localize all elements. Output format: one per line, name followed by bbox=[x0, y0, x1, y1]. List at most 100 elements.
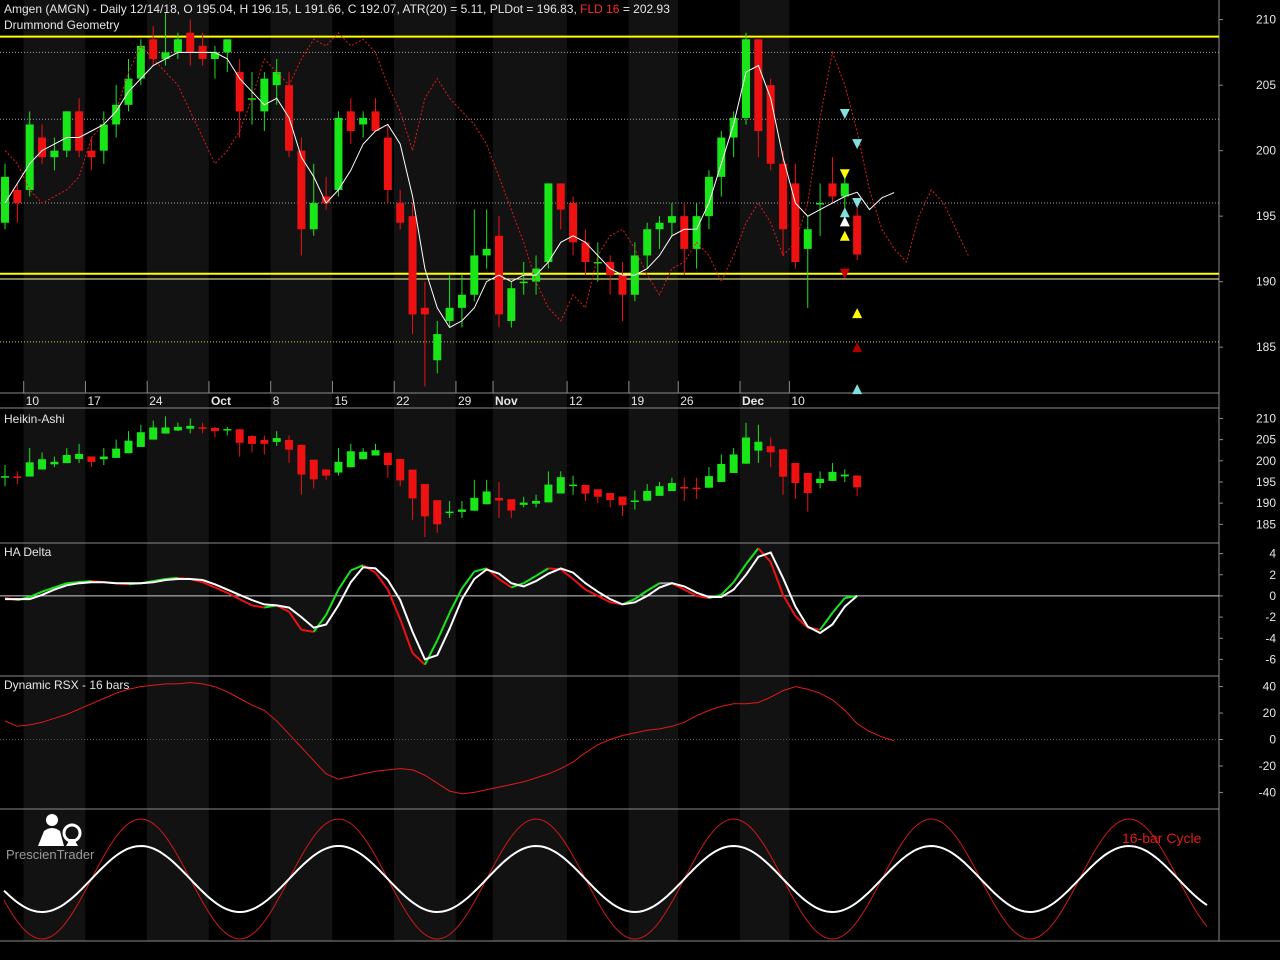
ha-candle-body bbox=[248, 436, 256, 444]
ha-candle-body bbox=[149, 427, 158, 440]
ha-candle-body bbox=[297, 444, 306, 475]
x-tick-label: 24 bbox=[149, 394, 163, 408]
background-band bbox=[147, 0, 209, 941]
heikin-y-tick-label: 200 bbox=[1256, 454, 1276, 468]
candle-body bbox=[1, 176, 9, 223]
ha-candle-body bbox=[569, 484, 578, 487]
candle-body bbox=[680, 216, 689, 249]
ha-candle-body bbox=[766, 446, 775, 453]
candle-body bbox=[173, 39, 182, 53]
ha-candle-body bbox=[272, 438, 281, 442]
ha-candle-body bbox=[13, 476, 22, 478]
chart-canvas: 185190195200205210185190195200205210420-… bbox=[0, 0, 1280, 942]
ha-candle-body bbox=[593, 489, 602, 497]
ha-candle-body bbox=[853, 475, 862, 488]
ha-candle-body bbox=[655, 486, 664, 496]
candle-body bbox=[618, 275, 627, 295]
candle-body bbox=[396, 203, 405, 223]
candle-body bbox=[62, 111, 71, 151]
x-tick-label: Dec bbox=[742, 394, 764, 408]
candle-body bbox=[334, 117, 343, 190]
signal-marker-up bbox=[852, 342, 863, 353]
delta-y-tick-label: -6 bbox=[1265, 652, 1276, 666]
background-band bbox=[492, 0, 567, 941]
ha-candle-body bbox=[359, 451, 368, 460]
ha-candle-body bbox=[371, 450, 380, 456]
x-tick-label: 17 bbox=[87, 394, 101, 408]
ha-candle-body bbox=[717, 463, 726, 482]
candle-body bbox=[742, 39, 750, 118]
candle-body bbox=[507, 288, 516, 321]
ha-candle-body bbox=[470, 497, 479, 511]
ha-candle-body bbox=[322, 469, 331, 476]
main-y-tick-label: 195 bbox=[1256, 209, 1276, 223]
candle-body bbox=[223, 39, 232, 53]
delta-signal-segment bbox=[461, 570, 476, 590]
rsx-y-tick-label: 0 bbox=[1269, 733, 1276, 747]
signal-marker-up bbox=[852, 384, 863, 395]
candle-body bbox=[569, 203, 578, 243]
candle-body bbox=[445, 307, 454, 321]
ha-candle-body bbox=[507, 499, 516, 511]
ha-candle-body bbox=[754, 441, 763, 451]
heikin-y-tick-label: 205 bbox=[1256, 433, 1276, 447]
x-tick-label: 26 bbox=[680, 394, 694, 408]
ha-candle-body bbox=[532, 501, 541, 504]
candle-body bbox=[309, 203, 318, 230]
candle-body bbox=[272, 72, 281, 86]
ha-candle-body bbox=[840, 474, 849, 477]
delta-signal-segment bbox=[251, 604, 265, 609]
candle-body bbox=[25, 124, 34, 190]
ha-candle-body bbox=[383, 452, 392, 466]
ha-candle-body bbox=[173, 426, 182, 431]
ha-candle-body bbox=[87, 456, 96, 462]
ha-candle-body bbox=[704, 476, 713, 488]
x-tick-label: 29 bbox=[458, 394, 472, 408]
main-y-tick-label: 185 bbox=[1256, 340, 1276, 354]
ha-candle-body bbox=[618, 496, 627, 506]
ha-candle-body bbox=[99, 456, 108, 460]
candle-body bbox=[482, 248, 491, 256]
ha-candle-body bbox=[186, 425, 195, 429]
ha-candle-body bbox=[136, 432, 145, 447]
candle-body bbox=[853, 215, 862, 255]
candle-body bbox=[433, 334, 442, 361]
candle-body bbox=[692, 216, 701, 249]
candle-body bbox=[371, 111, 380, 131]
main-y-tick-label: 205 bbox=[1256, 78, 1276, 92]
candle-body bbox=[828, 183, 837, 197]
delta-y-tick-label: -4 bbox=[1265, 631, 1276, 645]
rsx-y-tick-label: 40 bbox=[1263, 680, 1277, 694]
heikin-y-tick-label: 210 bbox=[1256, 411, 1276, 425]
candle-body bbox=[840, 183, 849, 197]
main-y-tick-label: 190 bbox=[1256, 275, 1276, 289]
candle-body bbox=[803, 229, 812, 249]
candle-body bbox=[99, 124, 108, 151]
ha-candle-body bbox=[680, 487, 689, 489]
candle-body bbox=[754, 39, 763, 131]
ha-candle-body bbox=[38, 459, 47, 470]
candle-body bbox=[704, 176, 713, 217]
ha-candle-body bbox=[334, 461, 343, 473]
heikin-y-tick-label: 195 bbox=[1256, 475, 1276, 489]
candle-body bbox=[556, 183, 565, 210]
ha-candle-body bbox=[50, 461, 59, 465]
candle-body bbox=[248, 98, 256, 100]
rsx-y-tick-label: -20 bbox=[1259, 759, 1277, 773]
ohlc-readout: - Daily 12/14/18, O 195.04, H 196.15, L … bbox=[89, 2, 581, 16]
candle-body bbox=[408, 216, 417, 315]
candle-body bbox=[643, 229, 652, 256]
ha-candle-body bbox=[495, 497, 503, 501]
symbol-label: Amgen (AMGN) bbox=[4, 2, 90, 16]
heikin-y-tick-label: 185 bbox=[1256, 517, 1276, 531]
x-tick-label: 8 bbox=[273, 394, 280, 408]
x-tick-label: 19 bbox=[631, 394, 645, 408]
ha-candle-body bbox=[433, 500, 442, 525]
ha-candle-body bbox=[198, 427, 207, 429]
candle-body bbox=[87, 150, 96, 158]
panel-title-heikin-ashi: Heikin-Ashi bbox=[4, 412, 65, 426]
ha-candle-body bbox=[210, 427, 219, 432]
ha-candle-body bbox=[223, 429, 232, 431]
fld-label: FLD 16 bbox=[580, 2, 620, 16]
ha-candle-body bbox=[420, 484, 429, 517]
